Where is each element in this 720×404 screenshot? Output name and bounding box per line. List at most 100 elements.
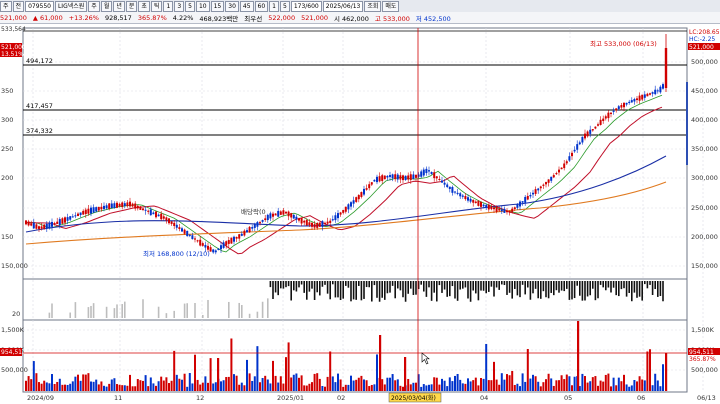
indicator-bar [576, 281, 578, 286]
indicator-bar [368, 281, 370, 288]
candle-body [467, 197, 469, 201]
toolbar-item[interactable]: 주 [88, 0, 100, 12]
volume-bar [451, 381, 454, 391]
indicator-bar [654, 281, 656, 290]
indicator-bar [625, 281, 628, 297]
toolbar-item[interactable]: 5 [280, 0, 290, 12]
toolbar-item[interactable]: 월 [100, 0, 113, 12]
toolbar-item[interactable]: 2025/06/13 [322, 0, 364, 12]
indicator-bar [490, 281, 493, 287]
volume-left-axis-label: 500,000 [1, 366, 28, 374]
volume-bar [35, 373, 38, 391]
toolbar-item[interactable]: 15 [210, 0, 225, 12]
right-tag: 954,511 [689, 349, 714, 356]
volume-bar [175, 374, 178, 391]
indicator-bar [649, 281, 651, 285]
candle-body [56, 221, 59, 225]
indicator-bar [415, 281, 417, 295]
indicator-bar [373, 281, 376, 286]
volume-bar [363, 379, 365, 391]
candle-body [222, 242, 225, 248]
indicator-bar [113, 308, 116, 318]
level-label: 374,332 [26, 127, 53, 135]
volume-bar [126, 385, 129, 391]
volume-tag: 954,511 [1, 349, 26, 356]
indicator-bar [311, 281, 313, 289]
volume-bar [40, 383, 43, 391]
stock-chart[interactable]: 494,172 417,457 374,332 500,000 450,000 400,… [0, 23, 720, 404]
toolbar-item[interactable]: 45 [239, 0, 254, 12]
volume-bar [500, 373, 503, 391]
indicator-bar [553, 281, 555, 296]
toolbar-item[interactable]: 60 [254, 0, 269, 12]
toolbar-item[interactable]: 173/600 [290, 0, 322, 12]
toolbar-item[interactable]: 년 [113, 0, 125, 12]
candle-body [71, 216, 74, 218]
toolbar-item[interactable]: 3 [174, 0, 185, 12]
indicator-bar [256, 311, 259, 318]
candle-body [87, 208, 90, 214]
volume-bar [586, 382, 589, 391]
indicator-bar [207, 299, 209, 318]
candle-body [92, 207, 95, 213]
volume-bar [612, 377, 615, 391]
toolbar-item[interactable]: 분 [125, 0, 138, 12]
volume-bar [266, 379, 269, 391]
candle-body [69, 216, 72, 220]
indicator-bar [602, 281, 604, 288]
volume-bar [269, 383, 272, 391]
indicator-bar [651, 281, 654, 295]
candle-body [277, 210, 280, 217]
volume-bar [97, 384, 100, 391]
indicator-bar [347, 281, 350, 288]
volume-bar [181, 379, 183, 391]
volume-bar [495, 379, 498, 391]
last-candle-body [664, 48, 668, 88]
candle-body [339, 212, 342, 215]
left-axis-label: 150,000 [1, 262, 28, 270]
volume-bar [381, 379, 384, 391]
volume-left-axis-label: 1,500K [1, 326, 25, 334]
toolbar-item[interactable]: 1 [269, 0, 279, 12]
toolbar-item[interactable]: 30 [225, 0, 239, 12]
toolbar-item[interactable]: 매도 [382, 0, 400, 12]
toolbar-item[interactable]: LIG넥스원 [54, 0, 88, 12]
candle-body [155, 211, 157, 218]
candle-body [311, 222, 313, 227]
volume-bar [558, 380, 560, 391]
toolbar-item[interactable]: 10 [195, 0, 210, 12]
toolbar-item[interactable]: 초 [138, 0, 150, 12]
candle-body [532, 192, 534, 195]
toolbar-item[interactable]: 전 [12, 0, 25, 12]
indicator-bar [280, 281, 282, 289]
volume-bar [656, 380, 659, 391]
toolbar-item[interactable]: 5 [185, 0, 195, 12]
indicator-bar [586, 281, 589, 297]
candle-body [420, 171, 423, 177]
candle-body [526, 195, 529, 200]
right-scroll-marker[interactable] [686, 82, 688, 165]
toolbar-item[interactable]: 주 [0, 0, 12, 12]
candle-body [77, 213, 79, 216]
indicator-bar [407, 281, 409, 294]
indicator-bar [631, 281, 633, 302]
volume-bar [100, 381, 103, 391]
volume-bar [370, 384, 373, 391]
candle-body [443, 182, 446, 185]
toolbar-item[interactable]: 조회 [364, 0, 382, 12]
candle-body [131, 203, 134, 207]
indicator-bar [618, 281, 620, 297]
right-tag: 521,000 [689, 44, 714, 51]
indicator-bar [529, 281, 532, 300]
volume-bar [45, 382, 48, 391]
date-label: 12 [196, 394, 204, 402]
indicator-bar [555, 281, 558, 291]
candle-body [329, 220, 332, 223]
toolbar-item[interactable]: 1 [163, 0, 174, 12]
volume-bar [602, 381, 605, 391]
volume-bar [480, 377, 482, 391]
toolbar-item[interactable]: 079550 [25, 0, 54, 12]
candle-body [230, 237, 233, 244]
toolbar-item[interactable]: 틱 [150, 0, 163, 12]
candle-body [399, 175, 402, 180]
